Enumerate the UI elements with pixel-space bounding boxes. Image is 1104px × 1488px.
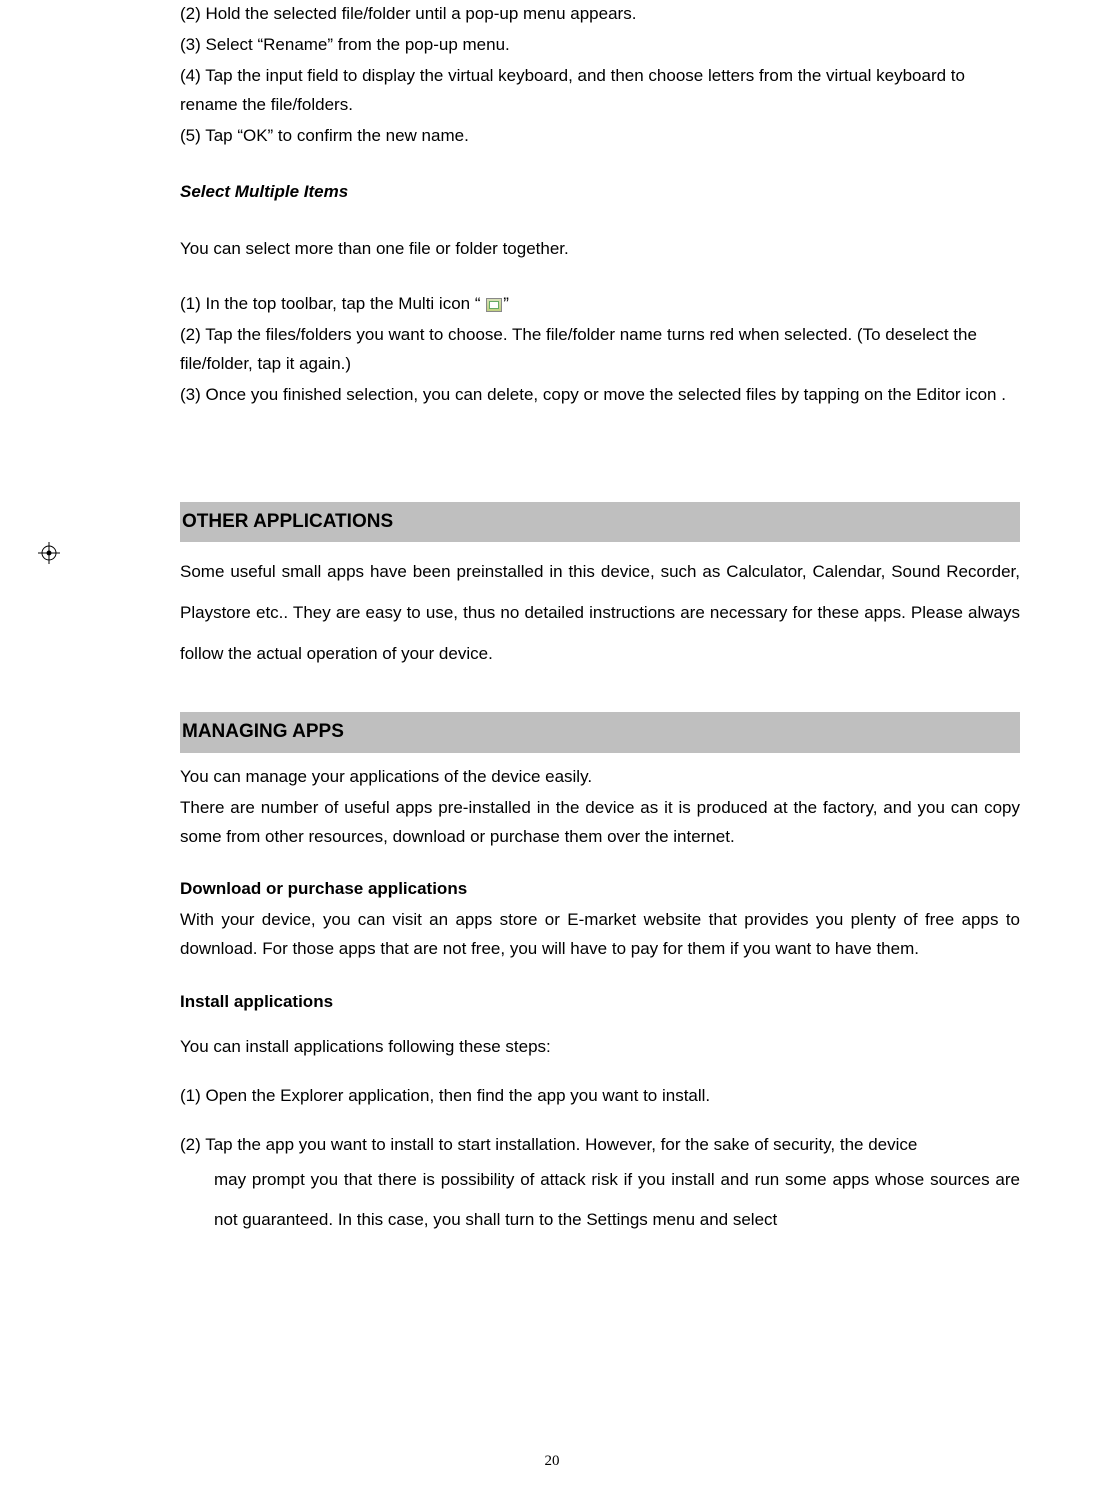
rename-step-2: (2) Hold the selected file/folder until …: [180, 0, 1020, 29]
install-intro: You can install applications following t…: [180, 1033, 1020, 1062]
download-body: With your device, you can visit an apps …: [180, 906, 1020, 964]
select-multiple-intro: You can select more than one file or fol…: [180, 235, 1020, 264]
select-multiple-heading: Select Multiple Items: [180, 178, 1020, 207]
registration-mark-icon: [38, 542, 60, 564]
other-applications-heading: OTHER APPLICATIONS: [180, 502, 1020, 542]
managing-apps-heading: MANAGING APPS: [180, 712, 1020, 752]
rename-step-4: (4) Tap the input field to display the v…: [180, 62, 1020, 120]
step-1-text-pre: (1) In the top toolbar, tap the Multi ic…: [180, 294, 485, 313]
other-applications-body: Some useful small apps have been preinst…: [180, 552, 1020, 674]
download-heading: Download or purchase applications: [180, 875, 1020, 904]
rename-step-3: (3) Select “Rename” from the pop-up menu…: [180, 31, 1020, 60]
managing-apps-p1: You can manage your applications of the …: [180, 763, 1020, 792]
page-content: (2) Hold the selected file/folder until …: [0, 0, 1020, 1241]
install-step-1: (1) Open the Explorer application, then …: [180, 1082, 1020, 1111]
install-step-2b: may prompt you that there is possibility…: [180, 1160, 1020, 1242]
step-1-text-post: ”: [503, 294, 509, 313]
select-multiple-step-2: (2) Tap the files/folders you want to ch…: [180, 321, 1020, 379]
select-multiple-step-3: (3) Once you finished selection, you can…: [180, 381, 1020, 410]
install-step-2a: (2) Tap the app you want to install to s…: [180, 1131, 1020, 1160]
select-multiple-step-1: (1) In the top toolbar, tap the Multi ic…: [180, 290, 1020, 319]
install-heading: Install applications: [180, 988, 1020, 1017]
multi-select-icon: [486, 298, 502, 312]
rename-step-5: (5) Tap “OK” to confirm the new name.: [180, 122, 1020, 151]
managing-apps-p2: There are number of useful apps pre-inst…: [180, 794, 1020, 852]
page-number: 20: [0, 1449, 1104, 1475]
